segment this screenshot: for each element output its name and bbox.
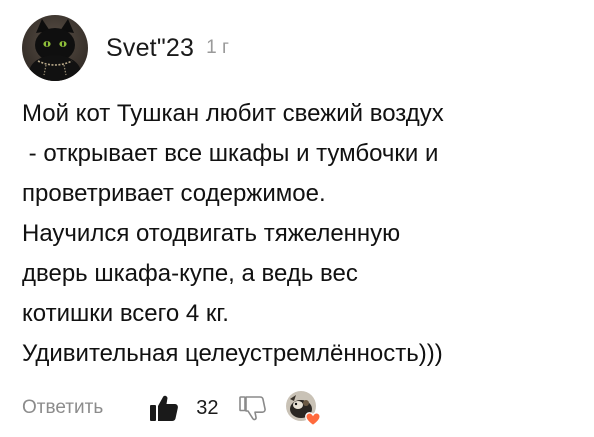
- comment: Svet"23 1 г Мой кот Тушкан любит свежий …: [0, 0, 594, 437]
- dislike-button[interactable]: [238, 395, 267, 421]
- comment-text-line: проветривает содержимое.: [22, 180, 326, 207]
- avatar[interactable]: [22, 15, 88, 81]
- comment-actions: Ответить 32: [22, 388, 322, 428]
- thumbs-up-icon: [150, 395, 179, 421]
- comment-text-line: Удивительная целеустремлённость))): [22, 340, 443, 367]
- comment-text-line: Научился отодвигать тяжеленную: [22, 220, 401, 247]
- comment-header: Svet"23 1 г: [22, 14, 229, 82]
- thumbs-down-icon: [239, 396, 267, 421]
- like-count: 32: [196, 396, 219, 419]
- comment-text-line: Мой кот Тушкан любит свежий воздух: [22, 100, 444, 127]
- like-button[interactable]: 32: [149, 394, 218, 422]
- author-like-badge: [286, 391, 322, 426]
- heart-icon: [305, 412, 322, 426]
- comment-text-line: - открывает все шкафы и тумбочки и: [22, 140, 439, 167]
- comment-timestamp: 1 г: [206, 37, 229, 58]
- comment-text-line: дверь шкафа-купе, а ведь вес: [22, 260, 358, 287]
- comment-text-line: котишки всего 4 кг.: [22, 300, 229, 327]
- comment-text: Мой кот Тушкан любит свежий воздух - отк…: [22, 94, 588, 374]
- author-name[interactable]: Svet"23: [106, 34, 194, 63]
- black-cat-icon: [22, 15, 88, 81]
- reply-button[interactable]: Ответить: [22, 397, 103, 419]
